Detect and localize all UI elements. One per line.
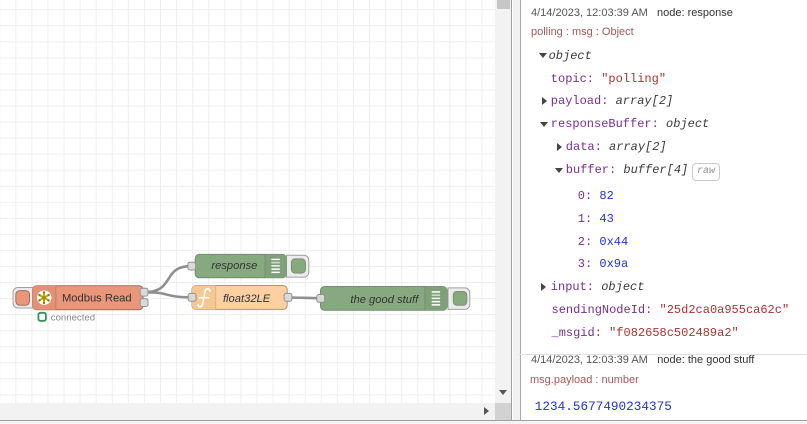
- svg-text:connected: connected: [51, 312, 95, 323]
- svg-text:Modbus Read: Modbus Read: [62, 293, 132, 305]
- svg-text:the good stuff: the good stuff: [350, 294, 420, 306]
- svg-text:float32LE: float32LE: [223, 293, 271, 305]
- svg-text:response: response: [211, 260, 257, 272]
